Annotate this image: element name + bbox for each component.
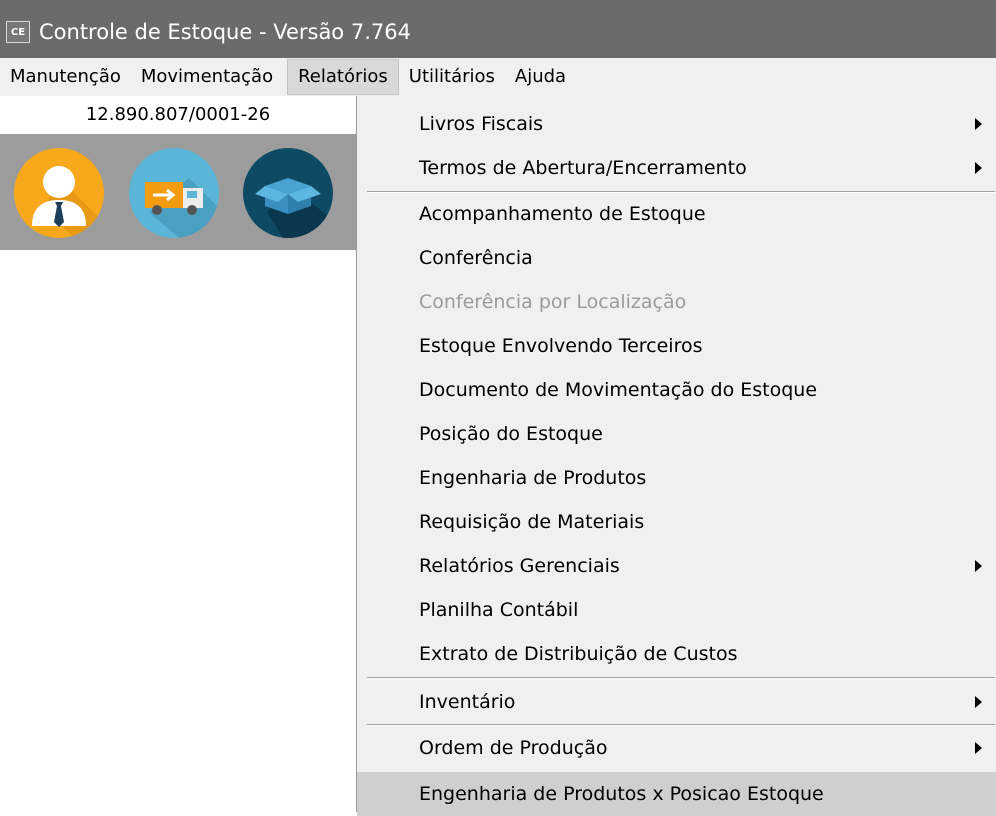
icon-toolbar <box>0 134 356 250</box>
submenu-arrow-icon <box>975 560 982 572</box>
menu-item-inventario[interactable]: Inventário <box>357 680 996 724</box>
menu-item-label: Requisição de Materiais <box>419 511 645 533</box>
menu-item-engenharia-produtos[interactable]: Engenharia de Produtos <box>357 456 996 500</box>
menu-item-label: Estoque Envolvendo Terceiros <box>419 335 703 357</box>
menu-relatorios[interactable]: Relatórios <box>287 59 399 95</box>
submenu-arrow-icon <box>975 742 982 754</box>
menu-item-posicao-estoque[interactable]: Posição do Estoque <box>357 412 996 456</box>
menu-item-label: Engenharia de Produtos x Posicao Estoque <box>419 783 824 805</box>
user-icon[interactable] <box>14 148 104 238</box>
menu-item-acompanhamento-estoque[interactable]: Acompanhamento de Estoque <box>357 192 996 236</box>
menu-item-relatorios-gerenciais[interactable]: Relatórios Gerenciais <box>357 544 996 588</box>
submenu-arrow-icon <box>975 118 982 130</box>
menu-item-planilha-contabil[interactable]: Planilha Contábil <box>357 588 996 632</box>
menu-item-ordem-producao[interactable]: Ordem de Produção <box>357 726 996 770</box>
menu-item-label: Conferência <box>419 247 533 269</box>
menu-item-engenharia-x-posicao-estoque[interactable]: Engenharia de Produtos x Posicao Estoque <box>357 772 996 816</box>
menu-item-label: Ordem de Produção <box>419 737 608 759</box>
relatorios-dropdown-menu: Livros Fiscais Termos de Abertura/Encerr… <box>356 96 996 816</box>
delivery-truck-icon[interactable] <box>129 148 219 238</box>
menu-item-label: Termos de Abertura/Encerramento <box>419 157 747 179</box>
menu-item-label: Livros Fiscais <box>419 113 544 135</box>
submenu-arrow-icon <box>975 696 982 708</box>
menu-item-label: Relatórios Gerenciais <box>419 555 620 577</box>
menu-item-label: Conferência por Localização <box>419 291 687 313</box>
menu-item-label: Engenharia de Produtos <box>419 467 647 489</box>
menu-item-label: Inventário <box>419 691 516 713</box>
menu-item-documento-movimentacao[interactable]: Documento de Movimentação do Estoque <box>357 368 996 412</box>
window-title: Controle de Estoque - Versão 7.764 <box>39 20 411 44</box>
menu-item-conferencia[interactable]: Conferência <box>357 236 996 280</box>
menu-item-estoque-terceiros[interactable]: Estoque Envolvendo Terceiros <box>357 324 996 368</box>
menu-item-label: Extrato de Distribuição de Custos <box>419 643 738 665</box>
app-icon: CE <box>6 21 30 43</box>
menu-item-requisicao-materiais[interactable]: Requisição de Materiais <box>357 500 996 544</box>
menu-item-termos-abertura[interactable]: Termos de Abertura/Encerramento <box>357 146 996 190</box>
menu-item-livros-fiscais[interactable]: Livros Fiscais <box>357 102 996 146</box>
submenu-arrow-icon <box>975 162 982 174</box>
menu-manutencao[interactable]: Manutenção <box>0 58 131 96</box>
title-bar: CE Controle de Estoque - Versão 7.764 <box>0 0 996 58</box>
menu-utilitarios[interactable]: Utilitários <box>399 58 505 96</box>
menu-movimentacao[interactable]: Movimentação <box>131 58 283 96</box>
menu-item-label: Documento de Movimentação do Estoque <box>419 379 818 401</box>
menu-item-conferencia-localizacao: Conferência por Localização <box>357 280 996 324</box>
menu-separator <box>367 677 995 679</box>
menu-bar: Manutenção Movimentação Relatórios Utili… <box>0 58 996 96</box>
menu-item-label: Acompanhamento de Estoque <box>419 203 706 225</box>
box-icon[interactable] <box>243 148 333 238</box>
menu-ajuda[interactable]: Ajuda <box>505 58 576 96</box>
company-cnpj: 12.890.807/0001-26 <box>0 96 356 134</box>
menu-item-extrato-distribuicao-custos[interactable]: Extrato de Distribuição de Custos <box>357 632 996 676</box>
menu-item-label: Planilha Contábil <box>419 599 579 621</box>
menu-item-label: Posição do Estoque <box>419 423 603 445</box>
